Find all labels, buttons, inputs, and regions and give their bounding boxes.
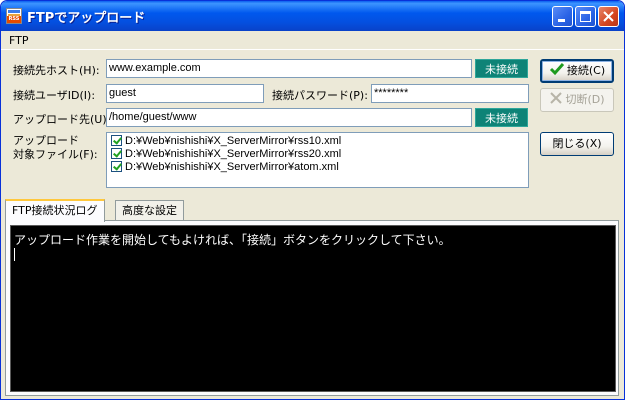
upload-dest-label: アップロード先(U): [13, 113, 111, 126]
x-icon [550, 92, 563, 104]
host-label: 接続先ホスト(H): [13, 64, 100, 77]
userid-input[interactable]: guest [106, 84, 264, 103]
minimize-icon [558, 19, 565, 22]
title-bar[interactable]: RSS FTPでアップロード [1, 1, 624, 31]
maximize-icon [580, 11, 591, 22]
menu-ftp[interactable]: FTP [9, 34, 29, 47]
connect-button[interactable]: 接続(C) [540, 59, 614, 83]
disconnect-button[interactable]: 切断(D) [540, 88, 614, 112]
connect-label: 接続(C) [566, 64, 606, 77]
ftp-upload-window: RSS FTPでアップロード FTP 接続先ホスト(H): www.exampl… [0, 0, 625, 400]
host-status-badge: 未接続 [475, 59, 528, 78]
password-input[interactable]: ******** [371, 84, 529, 103]
file-checkbox[interactable] [111, 135, 122, 146]
tab-connection-log[interactable]: FTP接続状況ログ [5, 199, 105, 222]
maximize-button[interactable] [575, 6, 596, 27]
password-label: 接続パスワード(P): [272, 89, 368, 102]
rss-app-icon: RSS [6, 8, 22, 24]
minimize-button[interactable] [552, 6, 573, 27]
host-input[interactable]: www.example.com [106, 59, 472, 78]
log-line: アップロード作業を開始してもよければ、「接続」ボタンをクリックして下さい。 [14, 233, 451, 247]
files-label-line2: 対象ファイル(F): [13, 148, 98, 161]
text-cursor [14, 248, 15, 261]
file-item[interactable]: D:¥Web¥nishishi¥X_ServerMirror¥atom.xml [111, 161, 339, 175]
connection-log[interactable]: アップロード作業を開始してもよければ、「接続」ボタンをクリックして下さい。 [10, 225, 616, 392]
upload-dest-input[interactable]: /home/guest/www [106, 108, 472, 127]
file-item[interactable]: D:¥Web¥nishishi¥X_ServerMirror¥rss10.xml [111, 135, 341, 149]
file-checkbox[interactable] [111, 161, 122, 172]
close-window-button[interactable] [598, 6, 619, 27]
close-icon [603, 11, 614, 22]
file-item[interactable]: D:¥Web¥nishishi¥X_ServerMirror¥rss20.xml [111, 148, 341, 162]
disconnect-label: 切断(D) [565, 93, 605, 106]
check-icon [549, 63, 564, 76]
close-button[interactable]: 閉じる(X) [540, 132, 614, 156]
file-path: D:¥Web¥nishishi¥X_ServerMirror¥rss20.xml [125, 148, 342, 160]
file-checkbox[interactable] [111, 148, 122, 159]
upload-status-badge: 未接続 [475, 108, 528, 127]
menu-bar: FTP [1, 31, 624, 50]
window-title: FTPでアップロード [27, 11, 146, 26]
tab-advanced-settings[interactable]: 高度な設定 [115, 200, 184, 222]
file-path: D:¥Web¥nishishi¥X_ServerMirror¥atom.xml [125, 161, 339, 173]
file-list[interactable]: D:¥Web¥nishishi¥X_ServerMirror¥rss10.xml… [106, 132, 529, 188]
userid-label: 接続ユーザID(I): [13, 89, 96, 102]
file-path: D:¥Web¥nishishi¥X_ServerMirror¥rss10.xml [125, 135, 342, 147]
